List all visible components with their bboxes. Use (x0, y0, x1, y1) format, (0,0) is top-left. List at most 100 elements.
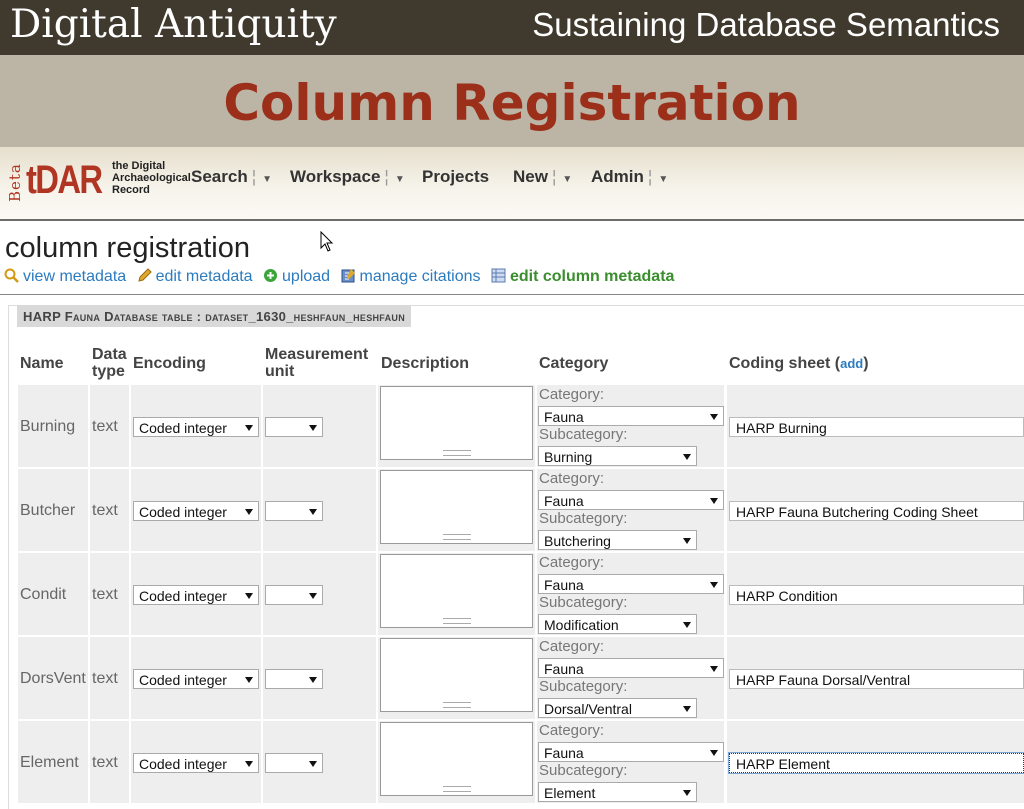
measurement-unit-select[interactable] (265, 417, 323, 437)
chevron-down-icon (309, 509, 317, 515)
category-select[interactable]: Fauna (538, 742, 724, 762)
category-label: Category: (539, 470, 605, 487)
category-select[interactable]: Fauna (538, 658, 724, 678)
chevron-down-icon (683, 622, 691, 628)
divider (0, 294, 1024, 295)
category-select-value: Fauna (544, 661, 584, 677)
nav-new[interactable]: New ¦ ▼ (513, 167, 572, 187)
chevron-down-icon (683, 790, 691, 796)
encoding-select[interactable]: Coded integer (133, 585, 259, 605)
resize-grip-icon[interactable] (443, 450, 471, 456)
page-title: column registration (5, 232, 250, 264)
category-select-value: Fauna (544, 577, 584, 593)
subcategory-select[interactable]: Dorsal/Ventral (538, 698, 697, 718)
edit-column-metadata-link[interactable]: edit column metadata (491, 268, 680, 285)
subcategory-select-value: Burning (544, 449, 593, 465)
nav-label: Search (191, 167, 248, 186)
edit-metadata-link[interactable]: edit metadata (137, 268, 263, 285)
view-metadata-link[interactable]: view metadata (4, 268, 137, 285)
chevron-down-icon: ▼ (262, 174, 273, 185)
resize-grip-icon[interactable] (443, 786, 471, 792)
category-label: Category: (539, 554, 605, 571)
coding-sheet-input[interactable]: HARP Burning (729, 417, 1024, 437)
slide-top-bar: Digital Antiquity Sustaining Database Se… (0, 0, 1024, 55)
description-textarea[interactable] (380, 722, 533, 796)
measurement-unit-select[interactable] (265, 585, 323, 605)
coding-sheet-input[interactable]: HARP Condition (729, 585, 1024, 605)
nav-projects[interactable]: Projects (422, 167, 489, 187)
chevron-down-icon (245, 509, 253, 515)
nav-workspace[interactable]: Workspace ¦ ▼ (290, 167, 405, 187)
resize-grip-icon[interactable] (443, 534, 471, 540)
description-textarea[interactable] (380, 386, 533, 460)
measurement-unit-select[interactable] (265, 669, 323, 689)
upload-link[interactable]: upload (263, 268, 341, 285)
logo-beta: Beta (6, 163, 24, 202)
chevron-down-icon (683, 538, 691, 544)
category-label: Category: (539, 638, 605, 655)
encoding-select[interactable]: Coded integer (133, 501, 259, 521)
data-type: text (92, 586, 118, 603)
subcategory-select[interactable]: Modification (538, 614, 697, 634)
data-type: text (92, 418, 118, 435)
description-textarea[interactable] (380, 638, 533, 712)
column-name: Butcher (20, 502, 76, 519)
header-coding-sheet: Coding sheet (add) (729, 355, 869, 372)
category-label: Category: (539, 386, 605, 403)
category-select-value: Fauna (544, 409, 584, 425)
nav-search[interactable]: Search ¦ ▼ (191, 167, 272, 187)
subcategory-label: Subcategory: (539, 594, 628, 611)
header-measurement-unit: Measurement unit (265, 346, 369, 380)
header-name: Name (20, 355, 64, 372)
description-textarea[interactable] (380, 470, 533, 544)
coding-sheet-input[interactable]: HARP Element (728, 752, 1024, 774)
subcategory-label: Subcategory: (539, 426, 628, 443)
chevron-down-icon (245, 425, 253, 431)
plus-circle-icon (264, 269, 278, 282)
subcategory-select-value: Butchering (544, 533, 611, 549)
logo-tagline: the Digital Archaeological Record (112, 160, 191, 196)
column-name: Condit (20, 586, 67, 603)
resize-grip-icon[interactable] (443, 702, 471, 708)
measurement-unit-select[interactable] (265, 501, 323, 521)
encoding-select[interactable]: Coded integer (133, 669, 259, 689)
category-select[interactable]: Fauna (538, 490, 724, 510)
encoding-select[interactable]: Coded integer (133, 753, 259, 773)
logo-name: tDAR (26, 158, 103, 202)
chevron-down-icon (683, 706, 691, 712)
category-select-value: Fauna (544, 493, 584, 509)
chevron-down-icon (710, 498, 718, 504)
chevron-down-icon (710, 582, 718, 588)
encoding-select-value: Coded integer (139, 588, 227, 604)
manage-citations-link[interactable]: manage citations (341, 268, 491, 285)
subcategory-select-value: Modification (544, 617, 619, 633)
description-textarea[interactable] (380, 554, 533, 628)
encoding-select[interactable]: Coded integer (133, 417, 259, 437)
encoding-select-value: Coded integer (139, 420, 227, 436)
coding-sheet-input[interactable]: HARP Fauna Butchering Coding Sheet (729, 501, 1024, 521)
pencil-icon (137, 268, 152, 282)
measurement-unit-select[interactable] (265, 753, 323, 773)
subcategory-label: Subcategory: (539, 510, 628, 527)
encoding-select-value: Coded integer (139, 504, 227, 520)
mouse-cursor-icon (320, 231, 334, 252)
category-select[interactable]: Fauna (538, 406, 724, 426)
subcategory-select[interactable]: Element (538, 782, 697, 802)
subcategory-label: Subcategory: (539, 762, 628, 779)
chevron-down-icon: ▼ (562, 174, 573, 185)
header-category: Category (539, 355, 609, 372)
chevron-down-icon (245, 761, 253, 767)
subcategory-label: Subcategory: (539, 678, 628, 695)
brand-text: Digital Antiquity (10, 2, 337, 47)
coding-sheet-input[interactable]: HARP Fauna Dorsal/Ventral (729, 669, 1024, 689)
subcategory-select[interactable]: Butchering (538, 530, 697, 550)
chevron-down-icon (245, 593, 253, 599)
resize-grip-icon[interactable] (443, 618, 471, 624)
tdar-logo[interactable]: Beta tDAR the Digital Archaeological Rec… (6, 158, 191, 206)
notepad-icon (341, 269, 355, 283)
add-coding-sheet-link[interactable]: add (840, 356, 863, 371)
subcategory-select-value: Element (544, 785, 596, 801)
nav-admin[interactable]: Admin ¦ ▼ (591, 167, 668, 187)
subcategory-select[interactable]: Burning (538, 446, 697, 466)
category-select[interactable]: Fauna (538, 574, 724, 594)
